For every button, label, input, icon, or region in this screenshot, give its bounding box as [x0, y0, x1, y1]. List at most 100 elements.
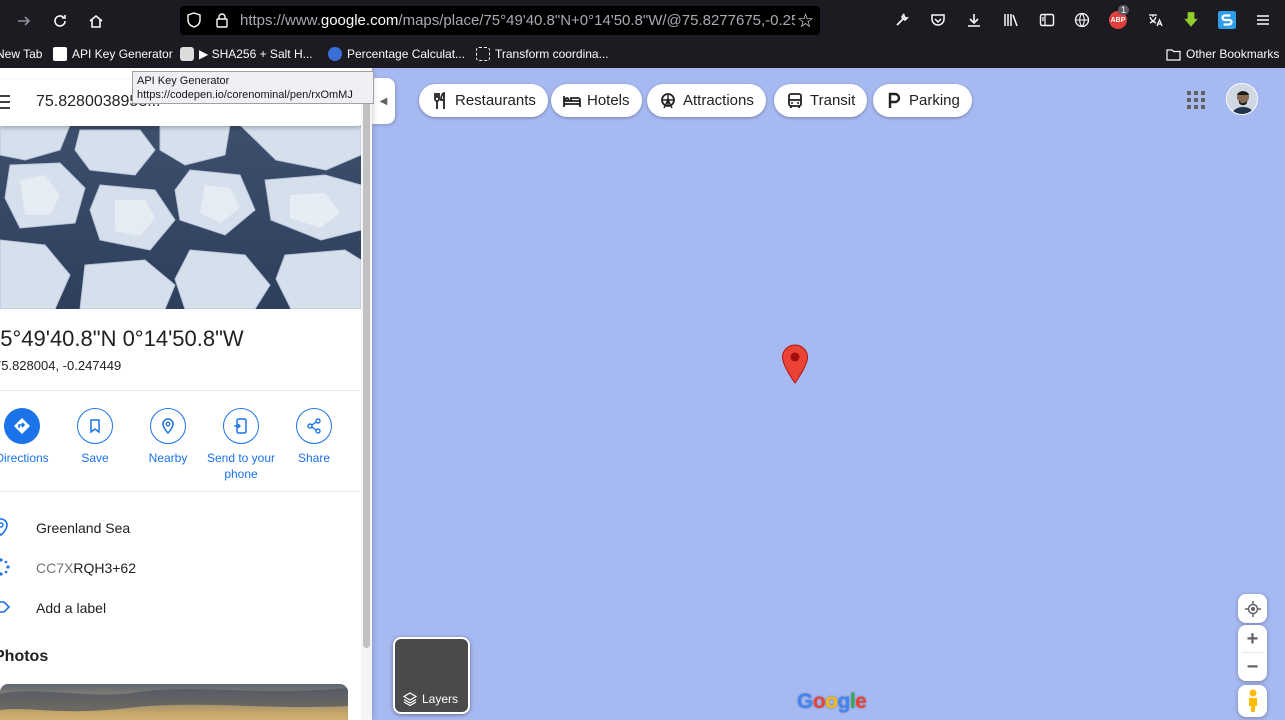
place-title: 75°49'40.8"N 0°14'50.8"W	[0, 326, 244, 351]
reload-button[interactable]	[48, 9, 72, 33]
chip-label: Transit	[810, 92, 856, 109]
bookmark-new-tab[interactable]: New Tab	[0, 47, 42, 61]
place-hero-image[interactable]	[0, 125, 361, 309]
s-extension-icon[interactable]	[1217, 10, 1237, 30]
dashed-page-icon	[476, 47, 490, 61]
bookmark-percentage-calculator[interactable]: Percentage Calculat...	[328, 47, 465, 61]
pocket-icon[interactable]	[928, 10, 948, 30]
forward-button[interactable]	[12, 9, 36, 33]
folder-icon	[1166, 48, 1181, 61]
layers-label: Layers	[422, 692, 459, 706]
maps-page[interactable]: Restaurants Hotels Attractions Transit P…	[0, 68, 1285, 720]
codepen-icon	[53, 47, 67, 61]
parking-icon	[888, 92, 901, 108]
other-bookmarks[interactable]: Other Bookmarks	[1166, 47, 1279, 61]
apps-grid-icon[interactable]	[1187, 91, 1205, 109]
google-logo: Google	[797, 690, 867, 713]
bookmark-star-icon[interactable]: ☆	[797, 10, 814, 33]
chip-parking[interactable]: Parking	[873, 84, 972, 117]
directions-button[interactable]: Directions	[0, 408, 60, 466]
reload-icon	[54, 15, 66, 27]
chip-hotels[interactable]: Hotels	[551, 84, 642, 117]
plus-code-text: CC7XRQH3+62	[36, 560, 136, 576]
location-pin-icon	[0, 518, 8, 536]
panel-scrollbar-thumb[interactable]	[363, 72, 370, 648]
divider	[0, 390, 361, 391]
account-avatar[interactable]	[1226, 83, 1258, 115]
chip-label: Parking	[909, 92, 960, 109]
tooltip-title: API Key Generator	[137, 75, 230, 87]
plus-code-icon	[0, 558, 10, 576]
download-icon[interactable]	[964, 10, 984, 30]
my-location-button[interactable]	[1238, 594, 1267, 623]
bookmarks-bar: New Tab API Key Generator ▶ SHA256 + Sal…	[0, 41, 1285, 68]
wrench-icon[interactable]	[892, 10, 912, 30]
share-label: Share	[297, 451, 331, 465]
nearby-label: Nearby	[148, 451, 188, 465]
nearby-search-icon	[150, 408, 186, 444]
tooltip-url: https://codepen.io/corenominal/pen/rxOmM…	[137, 89, 353, 101]
map-pin-icon[interactable]	[781, 344, 809, 384]
location-row[interactable]: Greenland Sea	[0, 508, 361, 548]
zoom-divider	[1242, 652, 1263, 653]
collapse-panel-button[interactable]: ◀	[372, 78, 395, 124]
place-coordinates: 75.828004, -0.247449	[0, 358, 122, 373]
layers-icon	[403, 692, 417, 706]
label-tag-icon	[0, 601, 10, 613]
other-bookmarks-label: Other Bookmarks	[1186, 47, 1280, 61]
zoom-in-button[interactable]: +	[1247, 625, 1259, 653]
globe-icon[interactable]	[1072, 10, 1092, 30]
caret-left-icon: ◀	[379, 95, 388, 107]
bookmark-label: Percentage Calculat...	[347, 47, 466, 61]
home-button[interactable]	[84, 9, 108, 33]
layers-caption: Layers	[403, 692, 458, 706]
chip-attractions[interactable]: Attractions	[647, 84, 766, 117]
bookmark-label: ▶ SHA256 + Salt H...	[199, 47, 313, 61]
photo-thumbnail[interactable]	[0, 684, 348, 720]
url-bar[interactable]: https://www.google.com/maps/place/75°49'…	[180, 6, 820, 35]
zoom-out-button[interactable]: −	[1247, 653, 1259, 681]
ferris-wheel-icon	[661, 92, 675, 108]
crosshair-icon	[1244, 600, 1261, 617]
send-to-phone-button[interactable]: Send to your phone	[203, 408, 279, 482]
street-view-pegman[interactable]	[1238, 685, 1267, 717]
bookmark-tooltip: API Key Generator https://codepen.io/cor…	[132, 71, 374, 104]
place-side-panel: 75.8280038958... 75°49'40.8"N 0°14'50.8"…	[0, 68, 372, 720]
sea-ice-photo	[0, 125, 361, 309]
nearby-button[interactable]: Nearby	[130, 408, 206, 466]
url-path: /maps/place/75°49'40.8"N+0°14'50.8"W/@75…	[398, 12, 795, 29]
sidebar-icon[interactable]	[1037, 10, 1057, 30]
chip-label: Attractions	[683, 92, 754, 109]
zoom-control: + −	[1238, 625, 1267, 681]
page-icon	[180, 47, 194, 61]
save-button[interactable]: Save	[57, 408, 133, 466]
chip-transit[interactable]: Transit	[774, 84, 868, 117]
menu-icon[interactable]	[0, 93, 14, 111]
add-label-row[interactable]: Add a label	[0, 588, 361, 628]
shield-icon[interactable]	[186, 12, 202, 28]
bookmark-sha256[interactable]: ▶ SHA256 + Salt H...	[180, 47, 313, 61]
plus-code-row[interactable]: CC7XRQH3+62	[0, 548, 361, 588]
url-prefix: https://www.	[240, 12, 321, 29]
bookmark-transform-coordinates[interactable]: Transform coordina...	[476, 47, 609, 61]
pegman-icon	[1248, 689, 1257, 712]
translate-icon[interactable]	[1145, 10, 1165, 30]
adblock-extension-icon[interactable]: ABP 1	[1108, 5, 1130, 30]
chip-label: Hotels	[587, 92, 630, 109]
bus-icon	[788, 92, 802, 108]
layers-button[interactable]: Layers	[393, 637, 470, 714]
library-icon[interactable]	[1001, 10, 1021, 30]
url-text[interactable]: https://www.google.com/maps/place/75°49'…	[240, 12, 795, 29]
directions-icon	[4, 408, 40, 444]
bookmark-label: API Key Generator	[72, 47, 173, 61]
share-button[interactable]: Share	[276, 408, 352, 466]
bookmark-api-key-generator[interactable]: API Key Generator	[53, 47, 173, 61]
plus-code-suffix: RQH3+62	[73, 560, 137, 576]
plus-code-prefix: CC7X	[36, 560, 74, 576]
green-download-extension-icon[interactable]	[1181, 10, 1201, 30]
hamburger-menu-icon[interactable]	[1253, 10, 1273, 30]
chip-restaurants[interactable]: Restaurants	[419, 84, 548, 117]
phone-send-icon	[223, 408, 259, 444]
lock-icon[interactable]	[214, 12, 230, 28]
bookmark-icon	[77, 408, 113, 444]
